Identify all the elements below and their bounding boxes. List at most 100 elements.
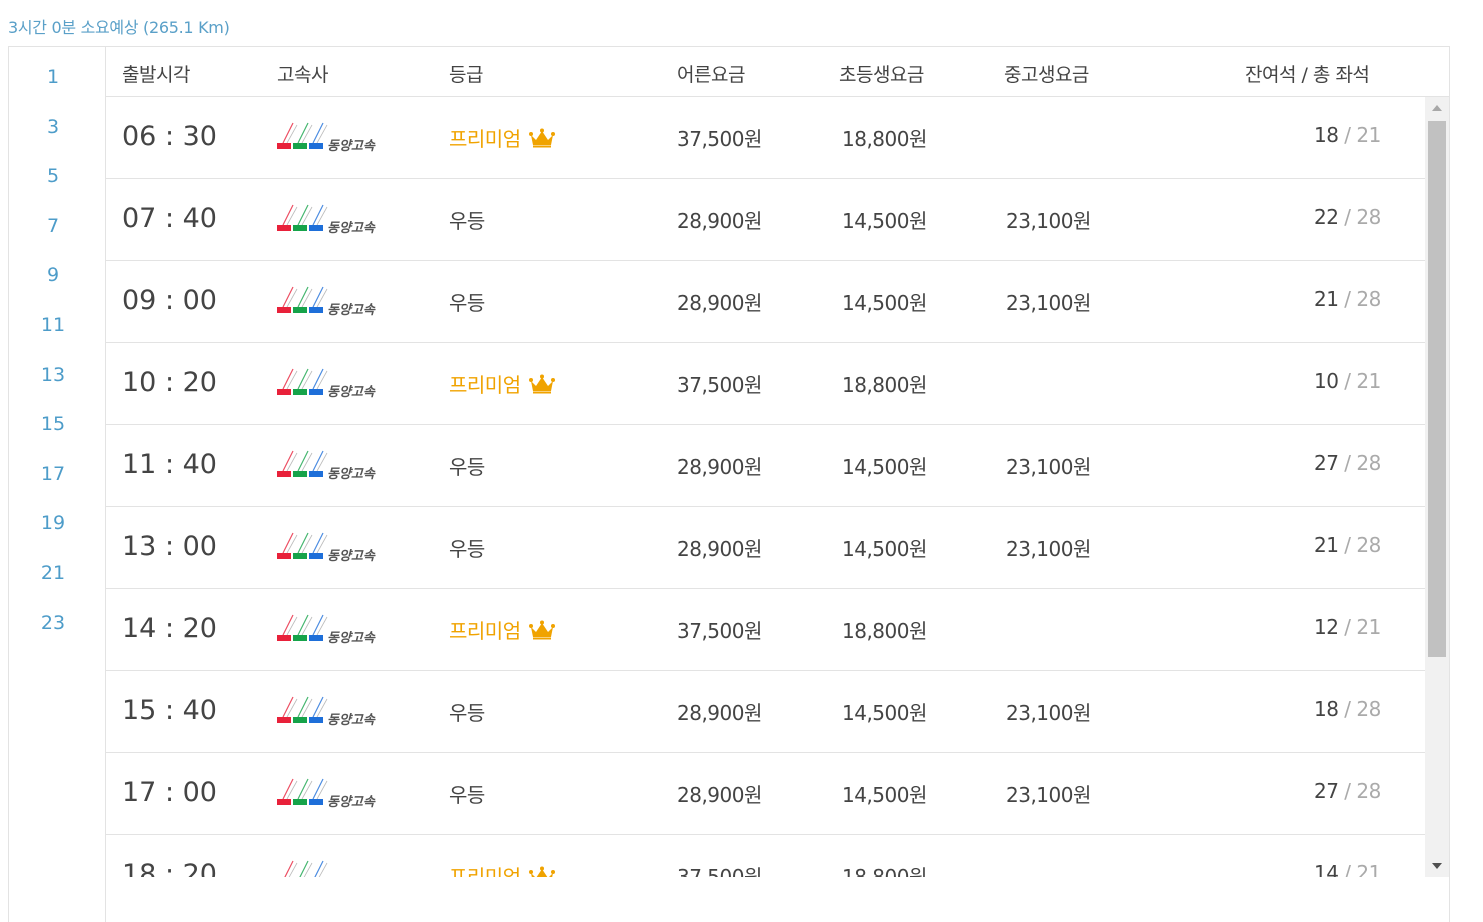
- bus-grade: 프리미엄: [449, 369, 555, 398]
- seats-left: 27: [1314, 779, 1339, 803]
- child-fare: 18,800원: [842, 373, 927, 397]
- seats-total: / 28: [1338, 451, 1381, 475]
- hour-filter-link[interactable]: 19: [9, 512, 97, 534]
- bus-grade-label: 우등: [449, 209, 485, 233]
- timetable-row[interactable]: 10 : 20 동양고속 프리미엄 37,500원 18,800원 10 / 21: [106, 343, 1425, 425]
- company-logo: 동양고속: [277, 695, 389, 727]
- seat-availability: 22 / 28: [1314, 205, 1381, 229]
- header-adult: 어른요금: [677, 64, 745, 86]
- adult-fare: 37,500원: [677, 373, 762, 397]
- header-student: 중고생요금: [1004, 64, 1089, 86]
- seats-left: 14: [1314, 861, 1339, 877]
- header-seats: 잔여석 / 총 좌석: [1245, 64, 1370, 86]
- seats-total: / 28: [1338, 287, 1381, 311]
- company-logo: 동양고속: [277, 777, 389, 809]
- hour-filter-link[interactable]: 13: [9, 364, 97, 386]
- seats-left: 21: [1314, 287, 1339, 311]
- timetable-row[interactable]: 15 : 40 동양고속 우등 28,900원 14,500원 23,100원 18 / 2…: [106, 671, 1425, 753]
- hour-filter-link[interactable]: 1: [9, 66, 97, 88]
- company-logo-text: 동양고속: [327, 712, 376, 727]
- timetable-row[interactable]: 07 : 40 동양고속 우등 28,900원 14,500원 23,100원 22 / 2…: [106, 179, 1425, 261]
- adult-fare: 28,900원: [677, 455, 762, 479]
- timetable-row[interactable]: 09 : 00 동양고속 우등 28,900원 14,500원 23,100원 21 / 2…: [106, 261, 1425, 343]
- bus-grade: 프리미엄: [449, 861, 555, 877]
- seats-left: 21: [1314, 533, 1339, 557]
- crown-icon: [528, 128, 555, 148]
- seats-left: 18: [1314, 123, 1339, 147]
- bus-grade-label: 우등: [449, 291, 485, 315]
- student-fare: 23,100원: [1006, 455, 1091, 479]
- bus-grade-label: 프리미엄: [449, 127, 521, 151]
- hour-filter-link[interactable]: 17: [9, 463, 97, 485]
- adult-fare: 37,500원: [677, 127, 762, 151]
- child-fare: 18,800원: [842, 127, 927, 151]
- company-logo: 동양고속: [277, 367, 389, 399]
- hour-filter-link[interactable]: 7: [9, 215, 97, 237]
- seat-availability: 10 / 21: [1314, 369, 1381, 393]
- timetable-row[interactable]: 06 : 30 동양고속 프리미엄 37,500원 18,800원 18 / 21: [106, 97, 1425, 179]
- timetable-panel: 1 3 5 7 9 11 13 15 17 19 21 23 출발시각 고속사 등급 어른요금 초등생…: [8, 46, 1450, 922]
- bus-grade-label: 우등: [449, 701, 485, 725]
- seats-total: / 28: [1338, 205, 1381, 229]
- timetable-row[interactable]: 17 : 00 동양고속 우등 28,900원 14,500원 23,100원 27 / 2…: [106, 753, 1425, 835]
- seat-availability: 27 / 28: [1314, 451, 1381, 475]
- hour-filter-link[interactable]: 15: [9, 413, 97, 435]
- hour-filter-column: 1 3 5 7 9 11 13 15 17 19 21 23: [9, 47, 106, 922]
- timetable: 출발시각 고속사 등급 어른요금 초등생요금 중고생요금 잔여석 / 총 좌석 …: [106, 47, 1449, 922]
- child-fare: 18,800원: [842, 865, 927, 877]
- scrollbar[interactable]: [1425, 97, 1449, 877]
- seats-left: 18: [1314, 697, 1339, 721]
- adult-fare: 28,900원: [677, 209, 762, 233]
- departure-time: 18 : 20: [122, 859, 217, 877]
- seat-availability: 12 / 21: [1314, 615, 1381, 639]
- timetable-row[interactable]: 18 : 20 동양고속 프리미엄 37,500원 18,800원 14 / 21: [106, 835, 1425, 877]
- student-fare: 23,100원: [1006, 291, 1091, 315]
- header-grade: 등급: [449, 64, 483, 86]
- seat-availability: 21 / 28: [1314, 287, 1381, 311]
- travel-summary: 3시간 0분 소요예상 (265.1 Km): [8, 18, 230, 37]
- bus-grade-label: 우등: [449, 783, 485, 807]
- hour-filter-link[interactable]: 21: [9, 562, 97, 584]
- hour-filter-link[interactable]: 23: [9, 612, 97, 634]
- student-fare: 23,100원: [1006, 701, 1091, 725]
- bus-grade-label: 우등: [449, 537, 485, 561]
- company-logo: 동양고속: [277, 203, 389, 235]
- seat-availability: 18 / 21: [1314, 123, 1381, 147]
- hour-filter-link[interactable]: 11: [9, 314, 97, 336]
- bus-grade: 우등: [449, 697, 485, 726]
- bus-grade-label: 프리미엄: [449, 619, 521, 643]
- company-logo-text: 동양고속: [327, 548, 376, 563]
- header-child: 초등생요금: [839, 64, 924, 86]
- scroll-up-arrow-icon[interactable]: [1425, 97, 1449, 119]
- crown-icon: [528, 866, 555, 877]
- hour-filter-link[interactable]: 9: [9, 264, 97, 286]
- seat-availability: 14 / 21: [1314, 861, 1381, 877]
- bus-grade: 우등: [449, 779, 485, 808]
- hour-filter-link[interactable]: 3: [9, 116, 97, 138]
- company-logo: 동양고속: [277, 859, 389, 877]
- departure-time: 14 : 20: [122, 613, 217, 644]
- child-fare: 14,500원: [842, 783, 927, 807]
- scroll-down-arrow-icon[interactable]: [1425, 855, 1449, 877]
- timetable-row[interactable]: 14 : 20 동양고속 프리미엄 37,500원 18,800원 12 / 21: [106, 589, 1425, 671]
- timetable-row[interactable]: 13 : 00 동양고속 우등 28,900원 14,500원 23,100원 21 / 2…: [106, 507, 1425, 589]
- seats-total: / 28: [1338, 533, 1381, 557]
- departure-time: 09 : 00: [122, 285, 217, 316]
- departure-time: 10 : 20: [122, 367, 217, 398]
- departure-time: 06 : 30: [122, 121, 217, 152]
- bus-grade: 우등: [449, 451, 485, 480]
- bus-grade: 프리미엄: [449, 615, 555, 644]
- crown-icon: [528, 620, 555, 640]
- child-fare: 14,500원: [842, 537, 927, 561]
- child-fare: 14,500원: [842, 455, 927, 479]
- company-logo-text: 동양고속: [327, 138, 376, 153]
- bus-grade-label: 우등: [449, 455, 485, 479]
- header-departure: 출발시각: [122, 64, 190, 86]
- company-logo: 동양고속: [277, 613, 389, 645]
- scrollbar-thumb[interactable]: [1428, 121, 1446, 657]
- departure-time: 07 : 40: [122, 203, 217, 234]
- hour-filter-link[interactable]: 5: [9, 165, 97, 187]
- timetable-header: 출발시각 고속사 등급 어른요금 초등생요금 중고생요금 잔여석 / 총 좌석: [106, 47, 1449, 97]
- timetable-row[interactable]: 11 : 40 동양고속 우등 28,900원 14,500원 23,100원 27 / 2…: [106, 425, 1425, 507]
- adult-fare: 28,900원: [677, 291, 762, 315]
